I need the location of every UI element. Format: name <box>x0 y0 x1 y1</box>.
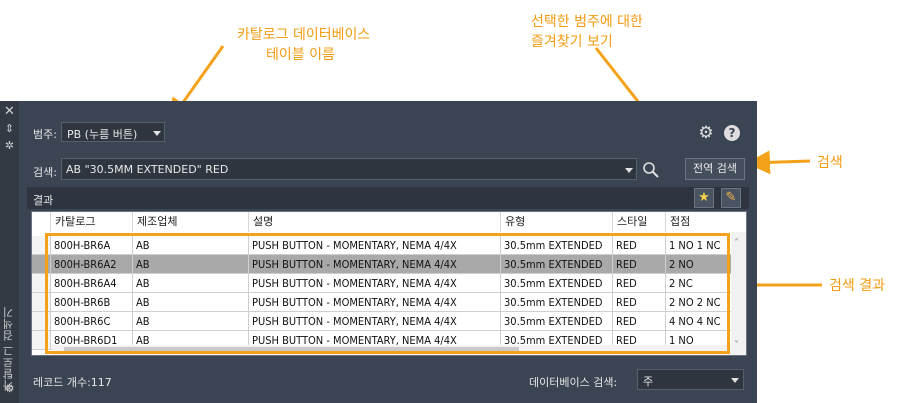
search-value: AB "30.5MM EXTENDED" RED <box>66 163 229 176</box>
annotation-search-box <box>684 154 746 182</box>
settings-gear-icon[interactable]: ⚙ <box>697 124 715 142</box>
column-header-style[interactable]: 스타일 <box>613 212 666 232</box>
chevron-down-icon <box>625 168 633 173</box>
annotation-results-box <box>45 233 730 354</box>
arrow-to-search-button <box>746 150 811 175</box>
results-title: 결과 <box>33 194 54 207</box>
search-icon[interactable] <box>642 161 660 179</box>
results-header-bar: 결과 <box>27 187 749 209</box>
column-header-manufacturer[interactable]: 제조업체 <box>133 212 249 232</box>
search-label: 검색: <box>33 166 57 179</box>
auto-hide-icon[interactable]: ⇕ <box>0 123 19 135</box>
palette-settings-icon[interactable]: ⚙ <box>0 383 19 395</box>
properties-icon[interactable]: ✲ <box>0 140 19 152</box>
db-search-value: 주 <box>643 375 654 388</box>
column-header-contacts[interactable]: 접점 <box>666 212 746 232</box>
search-input[interactable]: AB "30.5MM EXTENDED" RED <box>61 158 637 180</box>
column-header-type[interactable]: 유형 <box>501 212 613 232</box>
edit-pencil-icon[interactable]: ✎ <box>721 188 741 208</box>
category-dropdown[interactable]: PB (누름 버튼) <box>61 122 165 142</box>
db-search-dropdown[interactable]: 주 <box>637 369 744 390</box>
record-count: 레코드 개수:117 <box>33 376 112 389</box>
scroll-down-icon[interactable]: ˅ <box>734 340 739 351</box>
column-header-description[interactable]: 설명 <box>249 212 501 232</box>
favorites-star-icon[interactable]: ★ <box>694 188 714 208</box>
column-header-catalog[interactable]: 카탈로그 <box>51 212 133 232</box>
category-value: PB (누름 버튼) <box>67 128 138 141</box>
row-header-corner <box>32 212 51 232</box>
close-icon[interactable]: ✕ <box>0 105 19 118</box>
chevron-down-icon <box>731 378 739 383</box>
help-icon[interactable]: ? <box>724 125 740 141</box>
vertical-scrollbar[interactable]: ˄ ˅ <box>731 232 746 355</box>
palette-title: 카탈로그 검색기 <box>2 306 15 392</box>
chevron-down-icon <box>153 131 161 136</box>
category-label: 범주: <box>33 128 57 141</box>
palette-strip: ✕ ⇕ ✲ 카탈로그 검색기 ⚙ <box>0 101 19 403</box>
scroll-up-icon[interactable]: ˄ <box>734 238 739 249</box>
db-search-label: 데이터베이스 검색: <box>529 376 618 389</box>
